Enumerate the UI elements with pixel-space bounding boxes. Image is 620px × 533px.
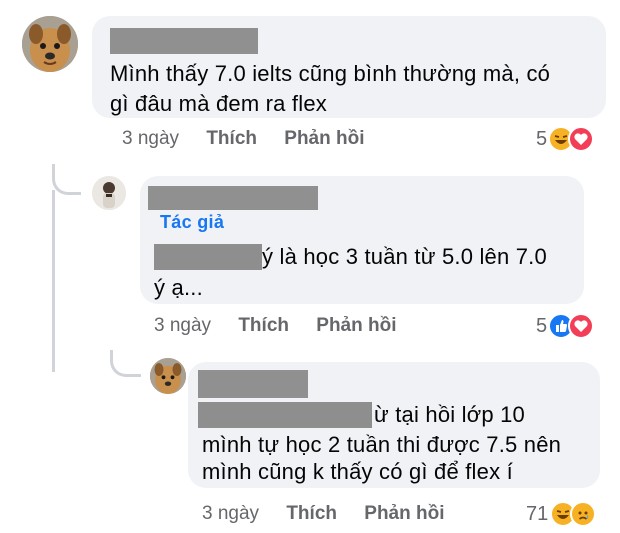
reply-button[interactable]: Phản hồi xyxy=(364,503,444,524)
like-button[interactable]: Thích xyxy=(286,503,337,524)
timestamp[interactable]: 3 ngày xyxy=(154,315,211,336)
reaction-count: 5 xyxy=(536,128,548,150)
comment-text-line: ý ạ... xyxy=(154,275,203,300)
comment-bubble: Tác giả ý là học 3 tuần từ 5.0 lên 7.0 ý… xyxy=(140,176,584,304)
redacted-author-name xyxy=(198,370,308,398)
avatar[interactable] xyxy=(150,358,186,394)
reaction-summary[interactable]: 5 xyxy=(536,313,606,341)
comment-meta: 3 ngày Thích Phản hồi xyxy=(202,503,445,525)
reaction-summary[interactable]: 5 xyxy=(536,126,606,154)
like-button[interactable]: Thích xyxy=(238,315,289,336)
reaction-count: 5 xyxy=(536,315,548,337)
author-badge: Tác giả xyxy=(160,212,225,232)
reply-button[interactable]: Phản hồi xyxy=(316,315,396,336)
comment-text-line: mình cũng k thấy có gì để flex í xyxy=(202,459,513,484)
person-avatar-icon xyxy=(92,176,126,210)
dog-avatar-icon xyxy=(150,358,186,394)
thread-line xyxy=(52,190,55,372)
reaction-summary[interactable]: 71 xyxy=(526,501,606,529)
timestamp[interactable]: 3 ngày xyxy=(122,128,179,149)
avatar[interactable] xyxy=(22,16,78,72)
comment-bubble: ừ tại hồi lớp 10 mình tự học 2 tuần thi … xyxy=(188,362,600,488)
thread-connector xyxy=(52,164,81,195)
comment-bubble: Mình thấy 7.0 ielts cũng bình thường mà,… xyxy=(92,16,606,118)
thread-connector xyxy=(110,350,141,377)
sad-icon xyxy=(570,501,596,527)
redacted-mention xyxy=(198,402,372,428)
comment-text-line: Mình thấy 7.0 ielts cũng bình thường mà,… xyxy=(110,61,551,86)
avatar[interactable] xyxy=(92,176,126,210)
comment-meta: 3 ngày Thích Phản hồi xyxy=(122,128,365,150)
like-button[interactable]: Thích xyxy=(206,128,257,149)
redacted-author-name xyxy=(148,186,318,210)
comment-text-line: gì đâu mà đem ra flex xyxy=(110,91,327,116)
comment-text-line: ừ tại hồi lớp 10 xyxy=(374,402,525,427)
redacted-mention xyxy=(154,244,262,270)
love-icon xyxy=(568,313,594,339)
reaction-count: 71 xyxy=(526,503,549,525)
comment-meta: 3 ngày Thích Phản hồi xyxy=(154,315,397,337)
dog-avatar-icon xyxy=(22,16,78,72)
timestamp[interactable]: 3 ngày xyxy=(202,503,259,524)
redacted-author-name xyxy=(110,28,258,54)
reply-button[interactable]: Phản hồi xyxy=(284,128,364,149)
comment-text-line: ý là học 3 tuần từ 5.0 lên 7.0 xyxy=(262,244,547,269)
love-icon xyxy=(568,126,594,152)
